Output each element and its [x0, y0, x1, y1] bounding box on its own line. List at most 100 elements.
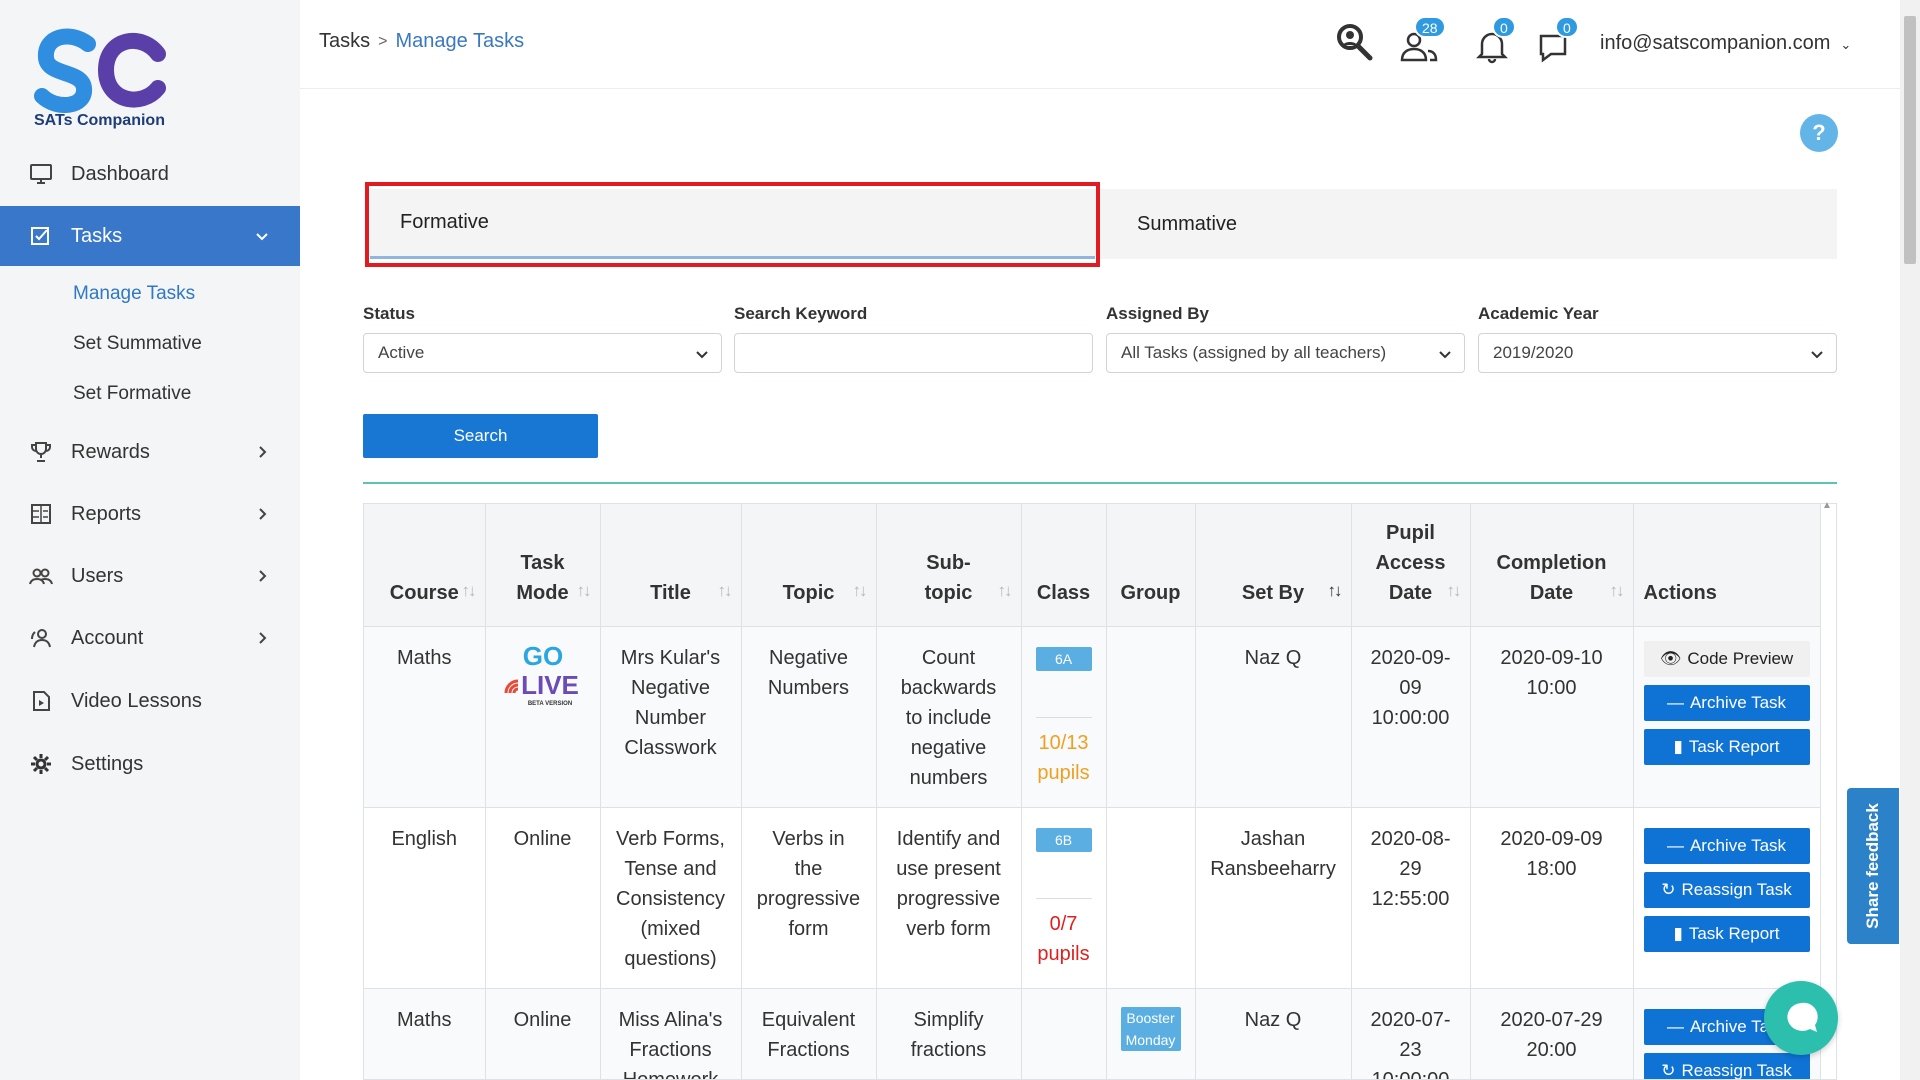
help-button[interactable]: ?	[1800, 114, 1838, 152]
tab-summative[interactable]: Summative	[1095, 189, 1837, 259]
cell-set-by: Jashan Ransbeeharry	[1195, 807, 1352, 989]
chevron-right-icon	[259, 570, 267, 582]
go-live-logo: GO LIVE BETA VERSION	[504, 641, 579, 707]
refresh-icon: ↻	[1661, 879, 1676, 899]
divider	[1035, 716, 1092, 718]
user-menu[interactable]: info@satscompanion.com ⌄	[1600, 32, 1851, 55]
chevron-down-icon	[1439, 351, 1451, 359]
sort-icon[interactable]: ↑↓	[462, 576, 477, 606]
users-notification-icon[interactable]: 28	[1398, 16, 1446, 66]
code-preview-button[interactable]: 👁 Code Preview	[1643, 640, 1810, 677]
class-badge[interactable]: 6A	[1035, 646, 1092, 671]
cell-course: Maths	[364, 626, 486, 808]
col-pupil-access-date[interactable]: Pupil Access Date ↑↓	[1351, 504, 1471, 627]
col-title[interactable]: Title ↑↓	[600, 504, 742, 627]
reassign-task-button[interactable]: ↻ Reassign Task	[1643, 871, 1810, 908]
cell-completion-date: 2020-09-10 10:00	[1470, 626, 1634, 808]
col-class: Class	[1021, 504, 1107, 627]
reassign-task-button[interactable]: ↻ Reassign Task	[1643, 1052, 1810, 1080]
header-label: Pupil	[1386, 521, 1435, 544]
cell-topic: Negative Numbers	[741, 626, 877, 808]
sidebar-item-reports[interactable]: Reports	[0, 484, 300, 544]
cell-group: Booster Monday	[1106, 988, 1196, 1079]
sort-icon[interactable]: ↑↓	[1447, 576, 1462, 606]
task-report-button[interactable]: ▮ Task Report	[1643, 915, 1810, 952]
sort-icon[interactable]: ↑↓	[577, 576, 592, 606]
cell-task-mode: Online	[485, 988, 601, 1079]
sidebar-item-video-lessons[interactable]: Video Lessons	[0, 671, 300, 731]
search-icon[interactable]	[1333, 22, 1377, 66]
sidebar-item-label: Rewards	[71, 440, 150, 463]
logo-text: SATs Companion	[34, 112, 165, 129]
header-label: topic	[924, 581, 973, 604]
sort-icon[interactable]: ↑↓	[998, 576, 1013, 606]
sidebar-item-tasks[interactable]: Tasks	[0, 206, 300, 266]
search-keyword-input[interactable]	[734, 333, 1093, 373]
sidebar-item-label: Reports	[71, 502, 142, 525]
sidebar-subitem-manage-tasks[interactable]: Manage Tasks	[73, 283, 195, 305]
pupils-count[interactable]: 0/7 pupils	[1037, 913, 1089, 965]
table-scroll-up-icon[interactable]: ▲	[1822, 500, 1832, 511]
video-icon	[29, 689, 53, 713]
bell-icon[interactable]: 0	[1470, 16, 1516, 66]
class-badge[interactable]: 6B	[1035, 827, 1092, 852]
users-badge: 28	[1414, 16, 1446, 38]
col-topic[interactable]: Topic ↑↓	[741, 504, 877, 627]
header-label: Topic	[782, 581, 835, 604]
sort-icon[interactable]: ↑↓	[1610, 576, 1625, 606]
table-row: Maths Online Miss Alina's Fractions Homewo…	[364, 988, 1821, 1080]
chat-icon[interactable]: 0	[1533, 16, 1579, 66]
col-task-mode[interactable]: Task Mode ↑↓	[485, 504, 601, 627]
header-label: Class	[1036, 581, 1091, 604]
chevron-right-icon	[259, 508, 267, 520]
chat-widget-button[interactable]	[1764, 981, 1838, 1055]
sidebar-item-users[interactable]: Users	[0, 546, 300, 606]
sort-icon[interactable]: ↑↓	[718, 576, 733, 606]
sidebar-subitem-set-summative[interactable]: Set Summative	[73, 333, 202, 355]
academic-year-label: Academic Year	[1478, 304, 1599, 323]
notifications-badge: 0	[1492, 16, 1516, 38]
scrollbar-thumb[interactable]	[1904, 16, 1916, 264]
sidebar-item-settings[interactable]: Settings	[0, 734, 300, 794]
eye-icon: 👁	[1659, 648, 1682, 668]
archive-task-button[interactable]: — Archive Task	[1643, 827, 1810, 864]
sidebar-subitem-set-formative[interactable]: Set Formative	[73, 383, 191, 405]
sidebar-item-rewards[interactable]: Rewards	[0, 422, 300, 482]
header-label: Course	[389, 581, 459, 604]
sidebar-item-account[interactable]: Account	[0, 608, 300, 668]
col-course[interactable]: Course ↑↓	[364, 504, 486, 627]
tasks-icon	[29, 224, 53, 248]
table-row: English Online Verb Forms, Tense and Consi…	[364, 807, 1821, 989]
breadcrumb-parent[interactable]: Tasks	[319, 30, 370, 53]
cell-actions: — Archive Task ↻ Reassign Task ▮ Task Repor…	[1633, 807, 1821, 989]
archive-task-button[interactable]: — Archive Task	[1643, 684, 1810, 721]
search-button[interactable]: Search	[363, 414, 598, 458]
tasks-table-container[interactable]: Course ↑↓ Task Mode ↑↓ Title ↑↓ Topic ↑↓ Sub-…	[363, 503, 1837, 1080]
assigned-by-select[interactable]: All Tasks (assigned by all teachers)	[1106, 333, 1465, 373]
col-set-by[interactable]: Set By ↑↓	[1195, 504, 1352, 627]
pupils-count[interactable]: 10/13 pupils	[1037, 732, 1089, 784]
sort-icon[interactable]: ↑↓	[853, 576, 868, 606]
sidebar-item-dashboard[interactable]: Dashboard	[0, 144, 300, 204]
share-feedback-button[interactable]: Share feedback	[1847, 788, 1899, 944]
cell-completion-date: 2020-07-29 20:00	[1470, 988, 1634, 1079]
svg-text:LIVE: LIVE	[521, 670, 579, 700]
refresh-icon: ↻	[1661, 1060, 1676, 1080]
cell-title: Mrs Kular's Negative Number Classwork	[600, 626, 742, 808]
task-report-button[interactable]: ▮ Task Report	[1643, 728, 1810, 765]
tasks-table: Course ↑↓ Task Mode ↑↓ Title ↑↓ Topic ↑↓ Sub-…	[364, 504, 1821, 1080]
page-scrollbar[interactable]	[1900, 0, 1920, 1080]
chevron-down-icon	[256, 233, 268, 241]
breadcrumb-current: Manage Tasks	[395, 30, 525, 52]
col-completion-date[interactable]: Completion Date ↑↓	[1470, 504, 1634, 627]
tab-formative[interactable]: Formative	[370, 189, 1095, 259]
chat-bubble-icon	[1787, 1002, 1818, 1032]
bar-chart-icon: ▮	[1673, 736, 1683, 756]
status-select[interactable]: Active	[363, 333, 722, 373]
group-badge[interactable]: Booster Monday	[1120, 1006, 1181, 1051]
users-icon	[29, 564, 53, 588]
col-subtopic[interactable]: Sub-topic ↑↓	[876, 504, 1022, 627]
header-label: Mode	[516, 581, 569, 604]
academic-year-select[interactable]: 2019/2020	[1478, 333, 1837, 373]
sort-icon[interactable]: ↑↓	[1328, 576, 1343, 606]
